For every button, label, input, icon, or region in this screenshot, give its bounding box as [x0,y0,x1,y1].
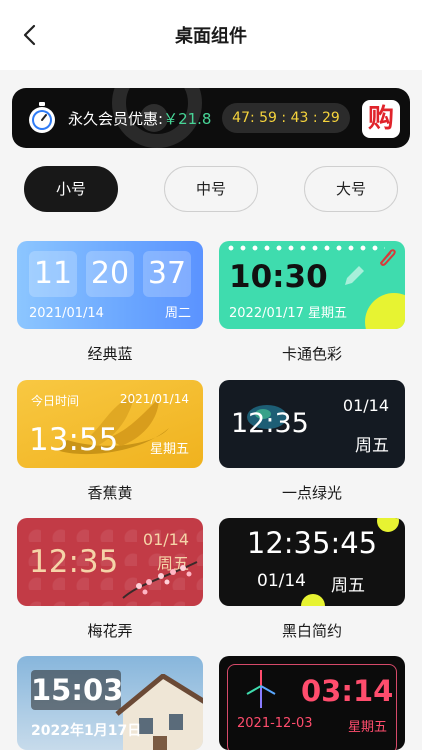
widget-time: 12:35 [231,408,309,439]
widget-time: 13:55 [29,422,119,458]
windmill-icon [246,670,276,708]
widget-house[interactable]: 15:03 2022年1月17日 [17,656,203,750]
widget-label-cartoon: 卡通色彩 [281,345,342,363]
page-title: 桌面组件 [175,26,247,47]
widget-time: 10:30 [229,259,328,295]
widget-time: 12:35 [29,544,119,580]
hour-digits: 11 [29,251,77,297]
minute-digits: 20 [86,251,134,297]
widget-weekday: 周二 [164,306,191,321]
tab-large[interactable]: 大号 [304,166,398,212]
widget-time: 12:35:45 [246,526,378,560]
paperclip-icon [380,249,396,266]
today-time-label: 今日时间 [31,394,80,408]
promo-label: 永久会员优惠: [68,110,164,128]
widget-weekday: 周五 [355,436,389,456]
widget-black-white[interactable]: 12:35:45 01/14 周五 [219,518,405,606]
widget-date: 2021/01/14 [29,306,104,321]
decor-dots [225,244,385,252]
widget-time: 15:03 [31,673,124,707]
widget-date: 2021/01/14 [119,392,189,406]
widget-banana-yellow[interactable]: 今日时间 2021/01/14 13:55 星期五 [17,380,203,468]
tab-medium[interactable]: 中号 [164,166,258,212]
widget-cartoon[interactable]: 10:30 2022/01/17 星期五 [219,241,405,329]
widget-green-dot[interactable]: 12:35 01/14 周五 [219,380,405,468]
widget-classic-blue[interactable]: 11 20 37 2021/01/14 周二 [17,241,203,329]
stopwatch-icon [24,100,60,136]
plum-blossom-image [122,561,198,599]
widget-label-black-white: 黑白简约 [281,622,342,640]
pencil-icon [345,266,364,285]
widget-weekday: 星期五 [347,720,387,735]
widget-date: 2021-12-03 [237,716,313,731]
promo-text: 永久会员优惠:￥21.8 [68,108,211,129]
top-bar: 桌面组件 [0,0,422,70]
widget-label-banana-yellow: 香蕉黄 [87,484,133,502]
widget-plum-blossom[interactable]: 12:35 01/14 周五 [17,518,203,606]
widget-date: 2022/01/17 星期五 [229,306,348,321]
widget-date: 01/14 [142,530,189,549]
buy-button[interactable]: 购 [362,100,400,138]
tab-small[interactable]: 小号 [24,166,118,212]
countdown-timer: 47: 59 : 43 : 29 [222,103,350,133]
promo-price: ￥21.8 [163,110,212,128]
widget-neon[interactable]: 03:14 2021-12-03 星期五 [219,656,405,750]
decor-yellow-dot [301,594,325,606]
second-digits: 37 [143,251,191,297]
widget-weekday: 周五 [331,576,365,596]
widget-date: 01/14 [342,396,389,415]
widget-date: 01/14 [257,571,306,591]
widget-time: 03:14 [301,674,394,708]
widget-date: 2022年1月17日 [31,723,142,739]
vip-promo-banner[interactable]: 永久会员优惠:￥21.8 47: 59 : 43 : 29 购 [12,88,410,148]
widget-label-plum-blossom: 梅花弄 [87,622,133,640]
widget-label-green-dot: 一点绿光 [281,484,342,502]
widget-weekday: 星期五 [149,442,189,457]
decor-yellow-blob [365,293,405,329]
widget-label-classic-blue: 经典蓝 [87,345,133,363]
